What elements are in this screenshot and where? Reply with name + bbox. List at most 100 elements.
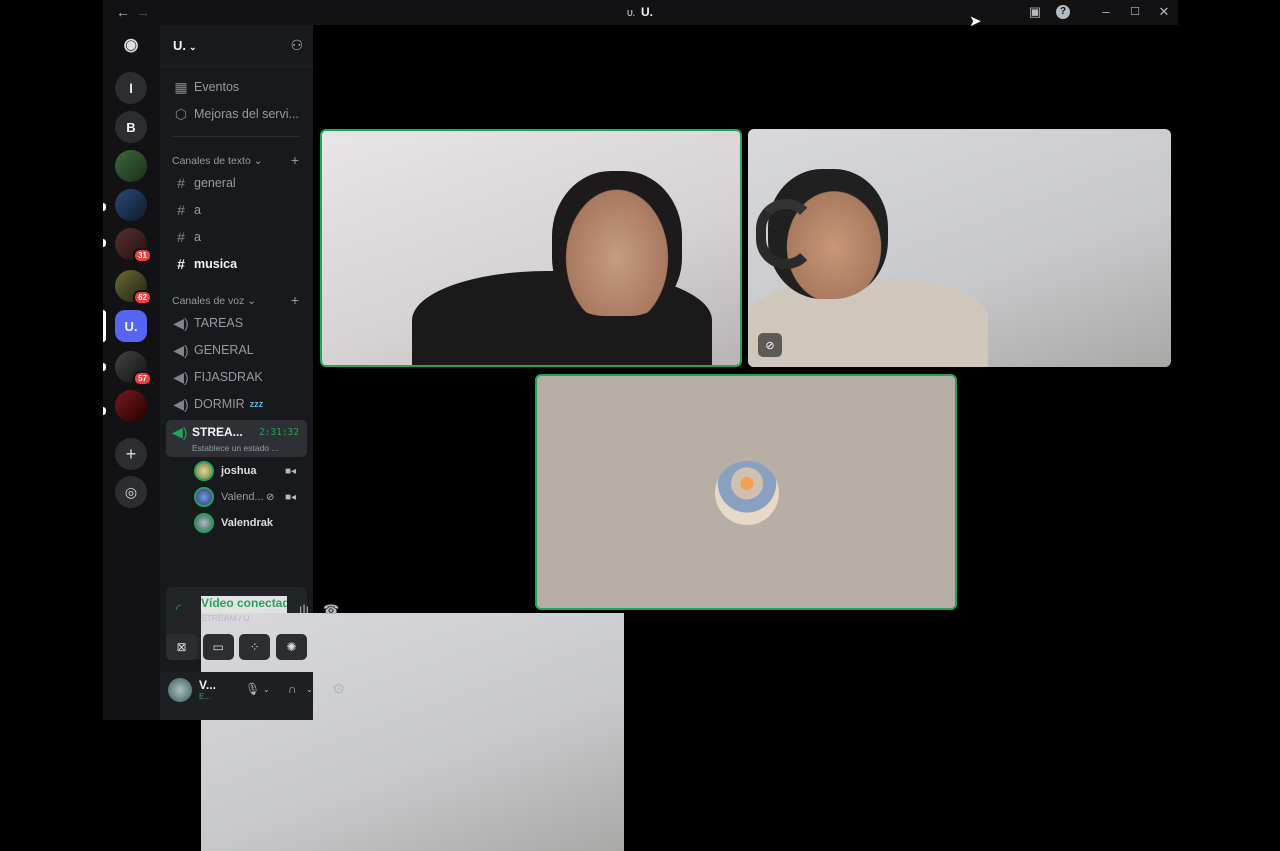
set-status-prompt[interactable]: Establece un estado ...: [192, 443, 278, 453]
server-item[interactable]: [115, 189, 147, 221]
channel-sidebar: U. ⌄ ⚇ ▦ Eventos ⬡ Mejoras del servi... Can…: [160, 25, 624, 851]
server-rail: ◉ l B 31 62 U. 57 + ◎: [103, 25, 160, 720]
soundboard-icon[interactable]: ✺: [275, 634, 307, 660]
voice-user-joshua[interactable]: joshua ■◂: [194, 460, 296, 482]
speaker-icon: ◀): [173, 314, 189, 331]
avatar: [194, 487, 214, 507]
forward-arrow-icon[interactable]: →: [136, 4, 150, 20]
chevron-down-icon: ⌄: [189, 42, 197, 52]
help-icon[interactable]: ?: [1056, 5, 1070, 19]
speaker-icon: ◀): [173, 368, 189, 385]
video-tile-valend[interactable]: ⊘: [748, 129, 1171, 367]
user-panel: V... E... 🎙︎ ⌄ ∩ ⌄ ⚙: [160, 672, 345, 720]
chevron-down-icon[interactable]: ⌄: [306, 685, 313, 694]
discord-home-icon[interactable]: ◉: [115, 29, 147, 61]
avatar[interactable]: [168, 678, 192, 702]
participant-video: [552, 171, 682, 316]
speaker-icon: ◀): [173, 341, 189, 358]
video-tile-joshua[interactable]: [320, 129, 742, 367]
channel-musica[interactable]: # musica: [172, 253, 237, 275]
divider: [172, 136, 300, 137]
invite-user-icon[interactable]: ⚇: [290, 37, 303, 54]
add-server-icon[interactable]: +: [115, 438, 147, 470]
avatar: [194, 461, 214, 481]
participant-video: [748, 279, 988, 367]
mouse-cursor-icon: ➤: [969, 13, 982, 30]
connection-signal-icon[interactable]: ◜: [176, 601, 181, 617]
server-item[interactable]: 62: [115, 270, 152, 305]
user-status: E...: [199, 692, 212, 701]
unread-pill: [103, 203, 106, 211]
hash-icon: #: [177, 229, 185, 245]
server-item[interactable]: 31: [115, 228, 152, 263]
server-mini-icon: U.: [627, 9, 635, 18]
title-bar: ← → U. U. ▣ ? – ☐ ✕: [103, 0, 1178, 25]
category-voice[interactable]: Canales de voz ⌄: [172, 295, 256, 307]
hash-icon: #: [177, 202, 185, 218]
voice-channel-fijasdrak[interactable]: ◀) FIJASDRAK: [172, 366, 262, 388]
voice-actions: ⊠ ▭ ⁘ ✺: [166, 634, 307, 660]
voice-user-valend[interactable]: Valend... ⊘ ■◂: [194, 486, 296, 508]
channel-a[interactable]: # a: [172, 226, 201, 248]
close-icon[interactable]: ✕: [1156, 4, 1172, 20]
mention-badge: 57: [133, 371, 152, 386]
server-item[interactable]: B: [115, 111, 147, 143]
avatar: [194, 513, 214, 533]
voice-channel-general[interactable]: ◀) GENERAL: [172, 339, 253, 361]
minimize-icon[interactable]: –: [1098, 4, 1114, 20]
muted-mic-icon: ⊘: [758, 333, 782, 357]
server-item[interactable]: [115, 390, 147, 422]
server-item[interactable]: 57: [115, 351, 152, 386]
server-name: U. ⌄: [173, 38, 197, 53]
username[interactable]: V...: [199, 678, 216, 692]
activities-icon[interactable]: ⁘: [239, 634, 271, 660]
microphone-icon[interactable]: 🎙︎: [245, 682, 260, 696]
mic-muted-icon: ⊘: [266, 491, 275, 503]
inbox-icon[interactable]: ▣: [1027, 4, 1043, 20]
unread-pill: [103, 239, 106, 247]
server-item[interactable]: [115, 150, 147, 182]
maximize-icon[interactable]: ☐: [1127, 4, 1143, 20]
disconnect-icon[interactable]: ☎: [323, 602, 339, 618]
add-channel-icon[interactable]: +: [291, 292, 299, 308]
nav-boosts[interactable]: ⬡ Mejoras del servi...: [172, 103, 299, 125]
call-timer: 2:31:32: [258, 427, 299, 438]
voice-channel-dormir[interactable]: ◀) DORMIR zzz: [172, 393, 263, 415]
boost-icon: ⬡: [174, 105, 188, 122]
participant-avatar: [715, 461, 779, 525]
nav-events[interactable]: ▦ Eventos: [172, 76, 239, 98]
channel-general[interactable]: # general: [172, 172, 236, 194]
window-title: U. U.: [627, 5, 653, 19]
unread-pill: [103, 407, 106, 415]
camera-off-icon[interactable]: ⊠: [166, 634, 197, 660]
server-item[interactable]: l: [115, 72, 147, 104]
add-channel-icon[interactable]: +: [291, 152, 299, 168]
mention-badge: 31: [133, 248, 152, 263]
screen-share-icon[interactable]: ▭: [202, 634, 234, 660]
mention-badge: 62: [133, 290, 152, 305]
video-tile-valendrak[interactable]: [535, 374, 957, 610]
channel-a[interactable]: # a: [172, 199, 201, 221]
discord-window: ← → U. U. ▣ ? – ☐ ✕ ◉ l B 31 62 U. 57 + ◎…: [103, 0, 1178, 851]
window-title-text: U.: [641, 5, 653, 19]
unread-pill: [103, 363, 106, 371]
active-channel-name: STREA...: [192, 425, 243, 439]
participant-video: [756, 199, 816, 269]
explore-icon[interactable]: ◎: [115, 476, 147, 508]
video-camera-icon: ■◂: [285, 465, 297, 477]
settings-gear-icon[interactable]: ⚙: [332, 680, 345, 698]
category-text[interactable]: Canales de texto ⌄: [172, 155, 263, 167]
calendar-icon: ▦: [174, 78, 188, 95]
voice-channel-tareas[interactable]: ◀) TAREAS: [172, 312, 243, 334]
noise-suppression-icon[interactable]: ıIı: [299, 602, 309, 616]
hash-icon: #: [177, 175, 185, 191]
server-item-active[interactable]: U.: [115, 310, 147, 342]
voice-user-valendrak[interactable]: Valendrak: [194, 512, 273, 534]
headphones-icon[interactable]: ∩: [288, 682, 297, 696]
active-pill: [103, 310, 106, 342]
video-camera-icon: ■◂: [285, 491, 297, 503]
voice-channel-stream-active[interactable]: ◀) STREA... 2:31:32 Establece un estado …: [166, 420, 307, 457]
chevron-down-icon[interactable]: ⌄: [263, 685, 270, 694]
back-arrow-icon[interactable]: ←: [116, 4, 130, 20]
server-header[interactable]: U. ⌄ ⚇: [160, 25, 313, 67]
